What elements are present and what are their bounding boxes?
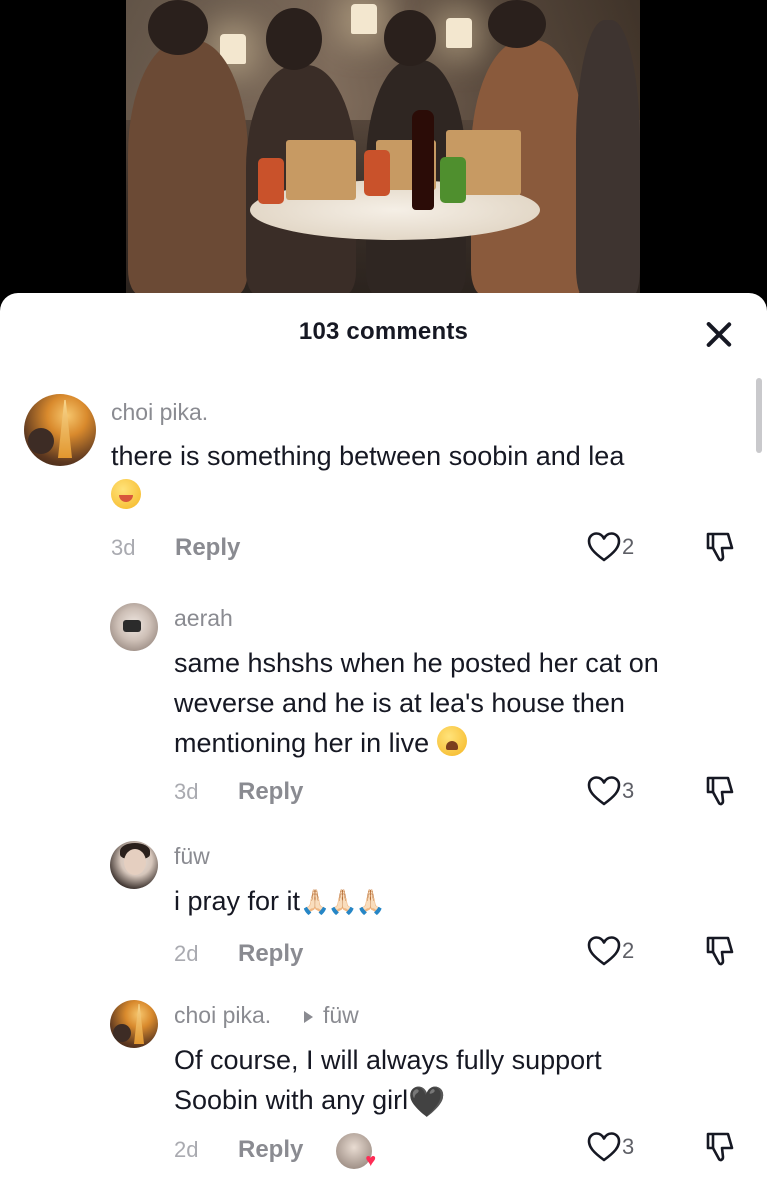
heart-outline-icon (587, 1132, 621, 1162)
heart-outline-icon (587, 532, 621, 562)
camera-shape (123, 620, 141, 632)
comment-username[interactable]: choi pika. (174, 1002, 271, 1029)
yum-face-emoji-icon (111, 479, 141, 509)
head-shape (148, 0, 208, 55)
like-button[interactable]: 3 (587, 775, 634, 807)
comment-time: 2d (174, 941, 199, 966)
close-icon[interactable] (704, 319, 734, 349)
dislike-icon[interactable] (702, 934, 736, 968)
scrollbar[interactable] (756, 378, 762, 453)
comment-text: Of course, I will always fully support S… (174, 1040, 754, 1123)
comments-count-title: 103 comments (298, 318, 469, 345)
comment-time: 2d (174, 1137, 199, 1162)
avatar[interactable] (110, 841, 158, 889)
comment-text: i pray for it🙏🏻🙏🏻🙏🏻 (174, 881, 754, 922)
lamp-shape (446, 18, 472, 48)
can-shape (440, 157, 466, 203)
avatar-face-shape (124, 849, 146, 875)
avatar-face-shape (28, 428, 54, 454)
comment-text-body: i pray for it (174, 886, 301, 916)
comment-text-line: weverse and he is at lea's house then (174, 688, 625, 718)
like-count: 3 (622, 1134, 635, 1159)
avatar-face-shape (113, 1024, 131, 1042)
can-shape (258, 158, 284, 204)
comment-username[interactable]: aerah (174, 605, 233, 632)
reply-to-username[interactable]: füw (323, 1002, 359, 1029)
reply-button[interactable]: Reply (238, 1136, 303, 1164)
comment-text-line: same hshshs when he posted her cat on (174, 648, 659, 678)
like-count: 2 (622, 938, 635, 963)
person-shape (576, 20, 640, 295)
avatar[interactable] (24, 394, 96, 466)
dislike-icon[interactable] (702, 530, 736, 564)
creator-liked-avatar: ♥ (336, 1133, 376, 1170)
like-button[interactable]: 2 (587, 531, 634, 563)
comment-username[interactable]: füw (174, 843, 210, 870)
head-shape (266, 8, 322, 70)
reply-button[interactable]: Reply (238, 778, 303, 806)
like-button[interactable]: 3 (587, 1131, 634, 1163)
comment-time: 3d (174, 779, 199, 804)
head-shape (384, 10, 436, 66)
comment-time: 3d (111, 535, 136, 560)
bottle-shape (412, 110, 434, 210)
comment-text: same hshshs when he posted her cat on we… (174, 643, 754, 763)
reply-button[interactable]: Reply (238, 940, 303, 968)
reply-to-arrow-icon (304, 1011, 313, 1023)
comment-text-body: there is something between soobin and le… (111, 441, 625, 471)
like-count: 2 (622, 534, 635, 559)
comment-text-line: mentioning her in live (174, 728, 430, 758)
comments-sheet: 103 comments choi pika. there is somethi… (0, 293, 767, 1200)
comment-text-line: Of course, I will always fully support (174, 1045, 602, 1075)
comment-username[interactable]: choi pika. (111, 399, 208, 426)
video-player[interactable] (126, 0, 640, 295)
dislike-icon[interactable] (702, 1130, 736, 1164)
avatar[interactable] (110, 1000, 158, 1048)
head-shape (488, 0, 546, 48)
avatar[interactable] (110, 603, 158, 651)
food-box-shape (286, 140, 356, 200)
comment-text-line: Soobin with any girl (174, 1085, 409, 1115)
can-shape (364, 150, 390, 196)
black-heart-emoji-icon: 🖤 (408, 1085, 446, 1120)
heart-icon: ♥ (365, 1150, 376, 1170)
comment-text: there is something between soobin and le… (111, 436, 691, 516)
person-shape (128, 40, 248, 295)
weary-face-emoji-icon (436, 726, 467, 756)
reply-button[interactable]: Reply (175, 534, 240, 562)
heart-outline-icon (587, 776, 621, 806)
lamp-shape (351, 4, 377, 34)
heart-outline-icon (587, 936, 621, 966)
like-button[interactable]: 2 (587, 935, 634, 967)
dislike-icon[interactable] (702, 774, 736, 808)
eiffel-tower-shape (58, 400, 72, 458)
like-count: 3 (622, 778, 635, 803)
eiffel-tower-shape (134, 1004, 144, 1044)
folded-hands-emoji-icon: 🙏🏻🙏🏻🙏🏻 (300, 888, 386, 916)
